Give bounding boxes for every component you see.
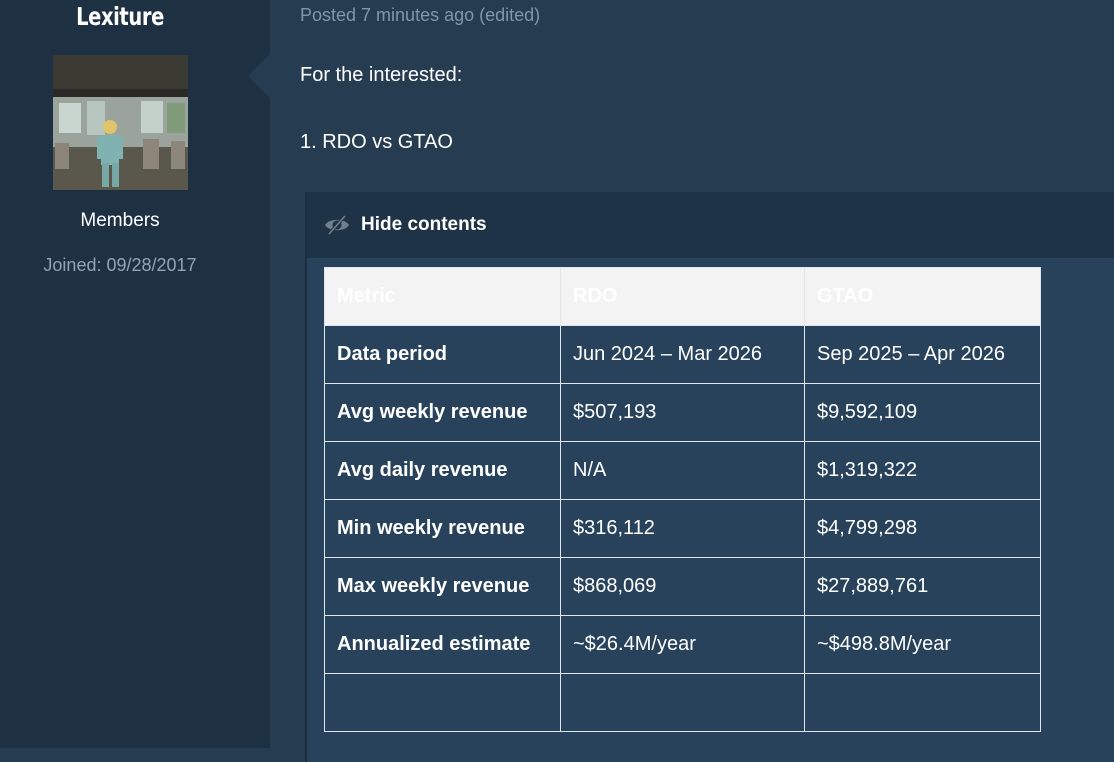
spoiler-toggle[interactable]: Hide contents xyxy=(307,192,1114,258)
spoiler-label: Hide contents xyxy=(361,214,487,235)
table-cell xyxy=(560,673,805,732)
row-label: Avg weekly revenue xyxy=(324,383,561,442)
post-pointer xyxy=(248,54,270,98)
table-row: Min weekly revenue $316,112 $4,799,298 xyxy=(324,499,1041,558)
post-text-line: 1. RDO vs GTAO xyxy=(300,131,453,153)
column-header: RDO xyxy=(560,267,805,326)
table-row: Data period Jun 2024 – Mar 2026 Sep 2025… xyxy=(324,325,1041,384)
column-header: GTAO xyxy=(804,267,1041,326)
joined-date: Joined: 09/28/2017 xyxy=(43,255,197,275)
row-label: Min weekly revenue xyxy=(324,499,561,558)
table-cell: Sep 2025 – Apr 2026 xyxy=(804,325,1041,384)
eye-slash-icon xyxy=(323,214,351,236)
user-group: Members xyxy=(80,210,160,231)
table-cell: N/A xyxy=(560,441,805,500)
table-row: Avg weekly revenue $507,193 $9,592,109 xyxy=(324,383,1041,442)
table-row: Annualized estimate ~$26.4M/year ~$498.8… xyxy=(324,615,1041,674)
table-cell: $4,799,298 xyxy=(804,499,1041,558)
comparison-table: Metric RDO GTAO Data period Jun 2024 – M… xyxy=(324,267,1041,732)
row-label: Annualized estimate xyxy=(324,615,561,674)
author-sidebar: Lexiture Members Joined: 09/28/2017 xyxy=(0,0,270,748)
table-cell: $9,592,109 xyxy=(804,383,1041,442)
table-header-row: Metric RDO GTAO xyxy=(324,267,1041,326)
table-row: Max weekly revenue $868,069 $27,889,761 xyxy=(324,557,1041,616)
table-cell: $507,193 xyxy=(560,383,805,442)
post-timestamp[interactable]: Posted 7 minutes ago (edited) xyxy=(300,5,540,26)
column-header: Metric xyxy=(324,267,561,326)
table-row xyxy=(324,673,1041,732)
avatar[interactable] xyxy=(53,55,188,190)
table-cell: $1,319,322 xyxy=(804,441,1041,500)
post-text-line: For the interested: xyxy=(300,64,463,86)
table-cell: $868,069 xyxy=(560,557,805,616)
row-label: Max weekly revenue xyxy=(324,557,561,616)
table-cell: ~$498.8M/year xyxy=(804,615,1041,674)
table-cell: $27,889,761 xyxy=(804,557,1041,616)
author-name[interactable]: Lexiture xyxy=(26,2,213,31)
table-row: Avg daily revenue N/A $1,319,322 xyxy=(324,441,1041,500)
row-label: Avg daily revenue xyxy=(324,441,561,500)
row-label xyxy=(324,673,561,732)
row-label: Data period xyxy=(324,325,561,384)
table-cell: ~$26.4M/year xyxy=(560,615,805,674)
table-cell: Jun 2024 – Mar 2026 xyxy=(560,325,805,384)
table-cell xyxy=(804,673,1041,732)
table-cell: $316,112 xyxy=(560,499,805,558)
